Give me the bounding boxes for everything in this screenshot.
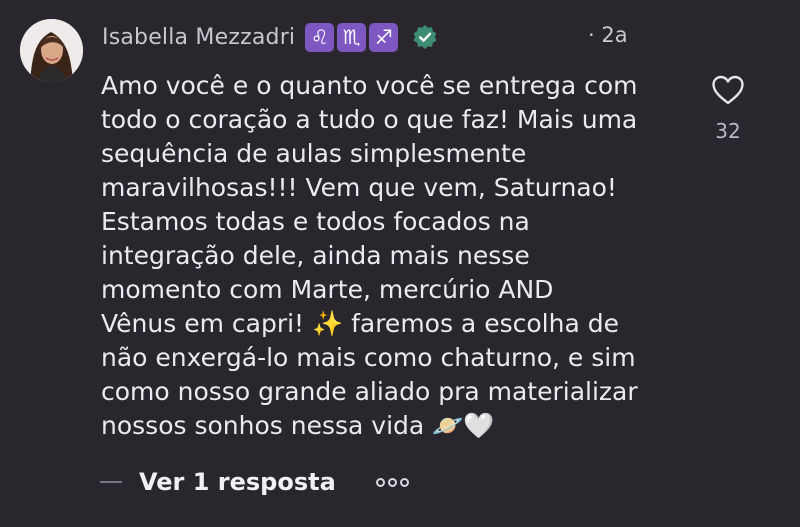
zodiac-sign-badge: ♌	[305, 22, 335, 52]
like-count: 32	[715, 119, 741, 143]
comment-line: Vênus em capri! ✨ faremos a escolha de	[101, 309, 619, 338]
comment-line: Amo você e o quanto você se entrega com	[101, 71, 638, 100]
divider	[100, 481, 122, 483]
zodiac-sign-badge: ♏	[337, 22, 367, 52]
comment-line: momento com Marte, mercúrio AND	[101, 275, 554, 304]
comment-line: não enxergá-lo mais como chaturno, e sim	[101, 343, 636, 372]
comment-line: integração dele, ainda mais nesse	[101, 241, 530, 270]
comment-line: todo o coração a tudo o que faz! Mais um…	[101, 105, 638, 134]
comment-text: Amo você e o quanto você se entrega com …	[101, 69, 711, 443]
comment-footer: Ver 1 resposta	[100, 462, 409, 502]
comment-line: Estamos todas e todos focados na	[101, 207, 530, 236]
comment-line: nossos sonhos nessa vida 🪐🤍	[101, 411, 495, 440]
comment-line: como nosso grande aliado pra materializa…	[101, 377, 638, 406]
author-name[interactable]: Isabella Mezzadri	[102, 25, 295, 50]
verified-check-icon	[413, 25, 437, 49]
more-dot	[375, 477, 385, 487]
view-replies-button[interactable]: Ver 1 resposta	[139, 468, 336, 496]
comment-line: sequência de aulas simplesmente	[101, 139, 527, 168]
zodiac-signs: ♌ ♏ ♐	[305, 22, 399, 52]
timestamp: · 2a	[588, 23, 628, 47]
avatar[interactable]	[20, 19, 83, 82]
more-options-icon[interactable]	[375, 477, 409, 487]
like-control[interactable]: 32	[710, 75, 746, 143]
comment-card: Isabella Mezzadri ♌ ♏ ♐ · 2a Amo você e …	[0, 0, 800, 527]
comment-line: maravilhosas!!! Vem que vem, Saturnao!	[101, 173, 617, 202]
zodiac-sign-badge: ♐	[369, 22, 399, 52]
heart-outline-icon[interactable]	[711, 75, 745, 105]
more-dot	[399, 477, 409, 487]
more-dot	[387, 477, 397, 487]
comment-header: Isabella Mezzadri ♌ ♏ ♐	[102, 20, 438, 54]
